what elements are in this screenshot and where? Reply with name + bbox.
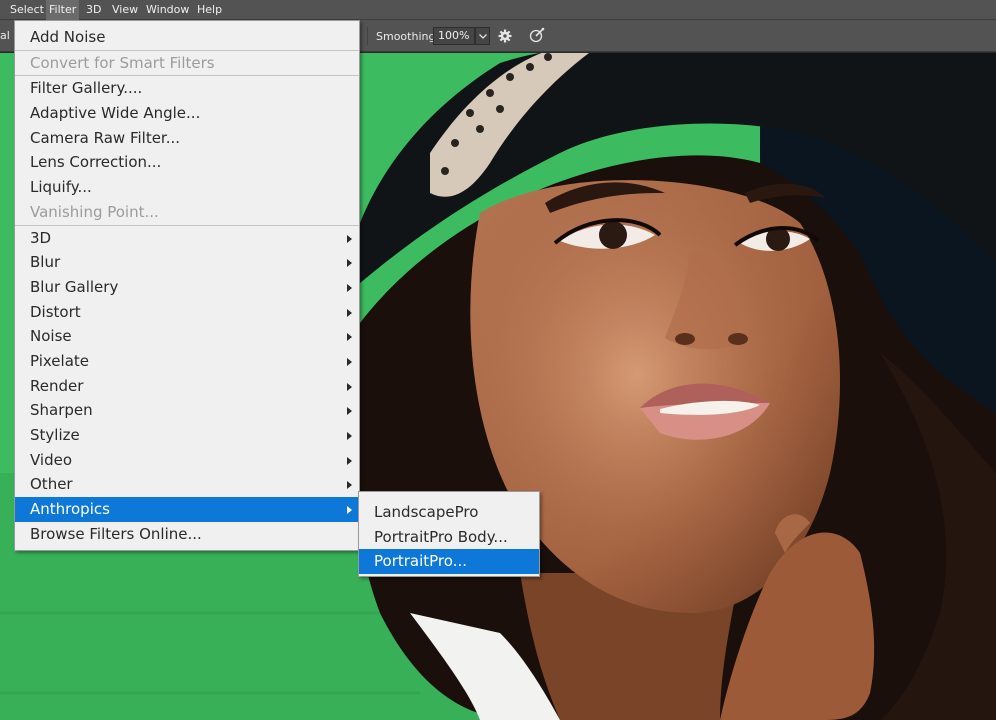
menu-window[interactable]: Window xyxy=(143,0,192,20)
menu-item-vanishing-point: Vanishing Point... xyxy=(30,202,159,221)
chevron-right-icon xyxy=(347,481,352,490)
submenu-label: Other xyxy=(30,475,73,494)
menu-item-add-noise[interactable]: Add Noise xyxy=(15,25,359,50)
chevron-right-icon xyxy=(347,357,352,366)
chevron-right-icon xyxy=(347,333,352,342)
submenu-3d[interactable]: 3D xyxy=(15,226,359,251)
menu-item-liquify[interactable]: Liquify... xyxy=(15,175,359,200)
submenu-video[interactable]: Video xyxy=(15,448,359,473)
submenu-label: Render xyxy=(30,376,84,395)
chevron-right-icon xyxy=(347,308,352,317)
chevron-right-icon xyxy=(347,259,352,268)
menu-item-adaptive-wide-angle[interactable]: Adaptive Wide Angle... xyxy=(15,101,359,126)
submenu-label: Blur Gallery xyxy=(30,277,119,296)
menu-view[interactable]: View xyxy=(109,0,141,20)
submenu-label: Sharpen xyxy=(30,401,93,420)
chevron-right-icon xyxy=(347,506,352,515)
submenu-anthropics[interactable]: Anthropics xyxy=(15,497,359,522)
submenu-render[interactable]: Render xyxy=(15,374,359,399)
submenu-other[interactable]: Other xyxy=(15,472,359,497)
chevron-down-icon xyxy=(479,34,487,39)
menu-3d[interactable]: 3D xyxy=(83,0,104,20)
menu-select[interactable]: Select xyxy=(7,0,47,20)
options-separator xyxy=(367,27,368,45)
submenu-label: 3D xyxy=(30,228,52,247)
smoothing-label: Smoothing: xyxy=(376,30,440,43)
submenu-label: Anthropics xyxy=(30,500,110,519)
smoothing-input[interactable]: 100% xyxy=(433,27,475,45)
gear-icon[interactable] xyxy=(498,29,512,43)
menu-item-browse-filters-online[interactable]: Browse Filters Online... xyxy=(15,522,359,547)
submenu-distort[interactable]: Distort xyxy=(15,300,359,325)
chevron-right-icon xyxy=(347,432,352,440)
submenu-item-landscapepro[interactable]: LandscapePro xyxy=(359,500,539,525)
chevron-right-icon xyxy=(347,407,352,416)
menu-help[interactable]: Help xyxy=(194,0,225,20)
anthropics-submenu: LandscapePro PortraitPro Body... Portrai… xyxy=(358,491,540,578)
menu-item-lens-correction[interactable]: Lens Correction... xyxy=(15,150,359,175)
submenu-label: Video xyxy=(30,450,73,469)
menu-item-convert-smart-filters: Convert for Smart Filters xyxy=(30,53,215,72)
submenu-sharpen[interactable]: Sharpen xyxy=(15,398,359,423)
submenu-label: Blur xyxy=(30,253,61,272)
menu-filter[interactable]: Filter xyxy=(46,0,80,20)
submenu-blur[interactable]: Blur xyxy=(15,250,359,275)
menu-item-filter-gallery[interactable]: Filter Gallery.... xyxy=(15,76,359,101)
submenu-noise[interactable]: Noise xyxy=(15,324,359,349)
filter-menu: Add Noise Convert for Smart Filters Filt… xyxy=(14,20,360,552)
submenu-label: Pixelate xyxy=(30,351,89,370)
submenu-pixelate[interactable]: Pixelate xyxy=(15,349,359,374)
chevron-right-icon xyxy=(347,234,352,243)
menu-item-camera-raw[interactable]: Camera Raw Filter... xyxy=(15,126,359,151)
options-fragment: al xyxy=(0,29,10,42)
chevron-right-icon xyxy=(347,283,352,292)
submenu-label: Stylize xyxy=(30,426,80,444)
chevron-right-icon xyxy=(347,456,352,465)
submenu-label: Noise xyxy=(30,327,72,346)
chevron-right-icon xyxy=(347,382,352,391)
smoothing-dropdown[interactable] xyxy=(475,27,490,45)
brush-angle-icon[interactable] xyxy=(529,27,545,43)
submenu-item-portraitpro-body[interactable]: PortraitPro Body... xyxy=(359,525,539,550)
submenu-stylize[interactable]: Stylize xyxy=(15,423,359,448)
submenu-item-portraitpro[interactable]: PortraitPro... xyxy=(359,549,539,575)
menu-bar: Select Filter 3D View Window Help xyxy=(0,0,996,20)
submenu-label: Distort xyxy=(30,302,81,321)
submenu-blur-gallery[interactable]: Blur Gallery xyxy=(15,275,359,300)
